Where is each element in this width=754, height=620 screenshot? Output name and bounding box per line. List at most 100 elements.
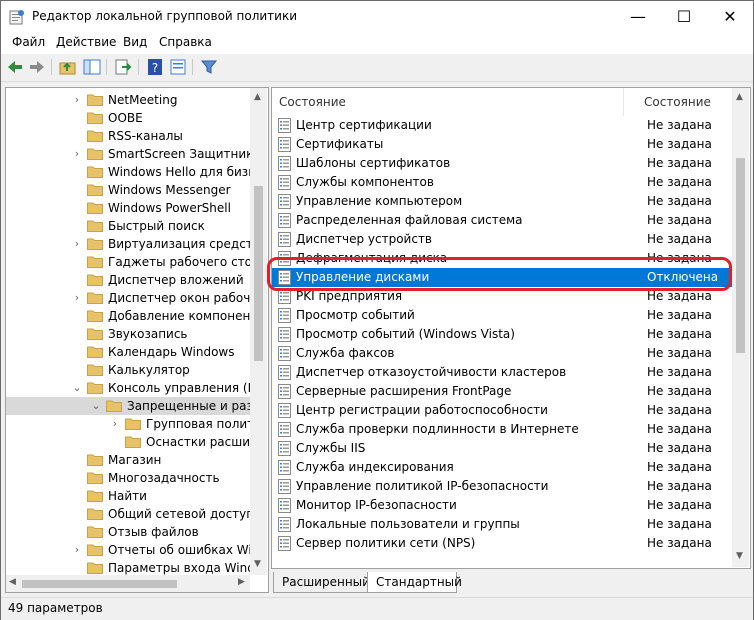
setting-row[interactable]: Центр сертификации Не задана <box>272 116 732 135</box>
expand-chevron-right-icon[interactable]: › <box>72 93 82 106</box>
policy-setting-icon <box>278 118 291 133</box>
expand-chevron-right-icon[interactable]: › <box>72 543 82 556</box>
column-header-name[interactable]: Состояние <box>272 88 624 116</box>
policy-setting-icon <box>278 232 291 247</box>
tree-item[interactable]: Найти <box>6 487 250 505</box>
tree-item-label: Гаджеты рабочего стола <box>108 255 250 269</box>
tree-scroll-thumb[interactable] <box>254 186 263 361</box>
tab-extended[interactable]: Расширенный <box>273 572 370 593</box>
tree-hscroll-thumb[interactable] <box>22 580 177 588</box>
back-arrow-icon[interactable] <box>6 58 24 76</box>
properties-icon[interactable] <box>169 58 187 76</box>
setting-row[interactable]: Служба факсов Не задана <box>272 344 732 363</box>
tree-item[interactable]: Оснастки расшире <box>6 433 250 451</box>
menu-file[interactable]: Файл <box>12 35 45 49</box>
tree-item[interactable]: Многозадачность <box>6 469 250 487</box>
setting-row[interactable]: Сертификаты Не задана <box>272 135 732 154</box>
setting-row[interactable]: Шаблоны сертификатов Не задана <box>272 154 732 173</box>
tree-item[interactable]: RSS-каналы <box>6 127 250 145</box>
tree-pane: › NetMeeting OOBE RSS-каналы › SmartScreen За… <box>5 87 269 593</box>
tree-horizontal-scrollbar[interactable]: ◀ ▶ <box>6 575 250 592</box>
scroll-down-arrow-icon[interactable]: ▼ <box>736 551 743 561</box>
setting-row[interactable]: Управление дисками Отключена <box>272 268 732 287</box>
setting-row[interactable]: Дефрагментация диска Не задана <box>272 249 732 268</box>
tree-item[interactable]: Звукозапись <box>6 325 250 343</box>
scroll-up-arrow-icon[interactable]: ▲ <box>736 92 743 102</box>
forward-arrow-icon[interactable] <box>28 58 46 76</box>
close-button[interactable]: ✕ <box>707 1 753 32</box>
expand-chevron-right-icon[interactable]: › <box>72 291 82 304</box>
scroll-right-arrow-icon[interactable]: ▶ <box>238 577 245 587</box>
expand-chevron-down-icon[interactable]: ⌄ <box>72 381 82 394</box>
scroll-down-arrow-icon[interactable]: ▼ <box>254 559 261 569</box>
setting-name: Управление дисками <box>296 270 430 284</box>
tree-item[interactable]: ⌄ Запрещенные и разре <box>6 397 250 415</box>
setting-row[interactable]: Распределенная файловая система Не задана <box>272 211 732 230</box>
up-folder-icon[interactable] <box>59 58 77 76</box>
export-list-icon[interactable] <box>114 58 132 76</box>
setting-row[interactable]: Серверные расширения FrontPage Не задана <box>272 382 732 401</box>
column-header-state[interactable]: Состояние <box>624 88 732 116</box>
setting-row[interactable]: PKI предприятия Не задана <box>272 287 732 306</box>
setting-row[interactable]: Служба индексирования Не задана <box>272 458 732 477</box>
folder-icon <box>106 400 122 412</box>
help-icon[interactable]: ? <box>146 58 164 76</box>
setting-row[interactable]: Монитор IP-безопасности Не задана <box>272 496 732 515</box>
setting-row[interactable]: Локальные пользователи и группы Не задана <box>272 515 732 534</box>
setting-row[interactable]: Службы IIS Не задана <box>272 439 732 458</box>
tree-item-label: Отчеты об ошибках Wind <box>108 543 250 557</box>
list-vertical-scrollbar[interactable]: ▲ ▼ <box>732 88 749 567</box>
tree-item[interactable]: › NetMeeting <box>6 91 250 109</box>
tree-vertical-scrollbar[interactable]: ▲ ▼ <box>250 88 267 575</box>
tree-item[interactable]: Windows PowerShell <box>6 199 250 217</box>
scroll-up-arrow-icon[interactable]: ▲ <box>254 92 261 102</box>
setting-row[interactable]: Управление политикой IP-безопасности Не з… <box>272 477 732 496</box>
status-text: 49 параметров <box>8 601 103 615</box>
tree-item[interactable]: Windows Hello для бизнес <box>6 163 250 181</box>
setting-row[interactable]: Диспетчер устройств Не задана <box>272 230 732 249</box>
tree-item[interactable]: Диспетчер вложений <box>6 271 250 289</box>
tree-item[interactable]: Быстрый поиск <box>6 217 250 235</box>
tree-item[interactable]: Калькулятор <box>6 361 250 379</box>
tree-item[interactable]: › Отчеты об ошибках Wind <box>6 541 250 559</box>
expand-chevron-right-icon[interactable]: › <box>72 147 82 160</box>
setting-state: Не задана <box>647 498 712 512</box>
minimize-button[interactable]: — <box>615 1 661 32</box>
tree-item[interactable]: › Диспетчер окон рабочего <box>6 289 250 307</box>
tree-item[interactable]: › SmartScreen Защитника W <box>6 145 250 163</box>
setting-state: Не задана <box>647 308 712 322</box>
setting-row[interactable]: Служба проверки подлинности в Интернете Н… <box>272 420 732 439</box>
tree-item[interactable]: Календарь Windows <box>6 343 250 361</box>
tree-item[interactable]: Добавление компонентов <box>6 307 250 325</box>
setting-row[interactable]: Управление компьютером Не задана <box>272 192 732 211</box>
setting-row[interactable]: Просмотр событий Не задана <box>272 306 732 325</box>
list-scroll-thumb[interactable] <box>736 158 745 353</box>
tab-standard[interactable]: Стандартный <box>367 572 462 593</box>
tree-item[interactable]: Гаджеты рабочего стола <box>6 253 250 271</box>
filter-icon[interactable] <box>200 58 218 76</box>
maximize-button[interactable]: ☐ <box>661 1 707 32</box>
scroll-left-arrow-icon[interactable]: ◀ <box>9 577 16 587</box>
expand-chevron-right-icon[interactable]: › <box>72 237 82 250</box>
menu-view[interactable]: Вид <box>123 35 147 49</box>
menu-help[interactable]: Справка <box>159 35 212 49</box>
folder-icon <box>87 238 103 250</box>
tree-item-label: Windows Hello для бизнес <box>108 165 250 179</box>
tree-item[interactable]: Отзыв файлов <box>6 523 250 541</box>
tree-item[interactable]: Магазин <box>6 451 250 469</box>
setting-row[interactable]: Диспетчер отказоустойчивости кластеров Не… <box>272 363 732 382</box>
menu-action[interactable]: Действие <box>56 35 116 49</box>
tree-item[interactable]: ⌄ Консоль управления (MM <box>6 379 250 397</box>
expand-chevron-down-icon[interactable]: ⌄ <box>91 399 101 412</box>
tree-item[interactable]: › Групповая полити <box>6 415 250 433</box>
setting-row[interactable]: Службы компонентов Не задана <box>272 173 732 192</box>
tree-item[interactable]: OOBE <box>6 109 250 127</box>
tree-item[interactable]: Windows Messenger <box>6 181 250 199</box>
tree-item[interactable]: Общий сетевой доступ <box>6 505 250 523</box>
tree-item[interactable]: › Виртуализация средств вз <box>6 235 250 253</box>
setting-row[interactable]: Просмотр событий (Windows Vista) Не задан… <box>272 325 732 344</box>
expand-chevron-right-icon[interactable]: › <box>110 417 120 430</box>
show-hide-tree-icon[interactable] <box>83 58 101 76</box>
setting-row[interactable]: Центр регистрации работоспособности Не за… <box>272 401 732 420</box>
setting-row[interactable]: Сервер политики сети (NPS) Не задана <box>272 534 732 553</box>
